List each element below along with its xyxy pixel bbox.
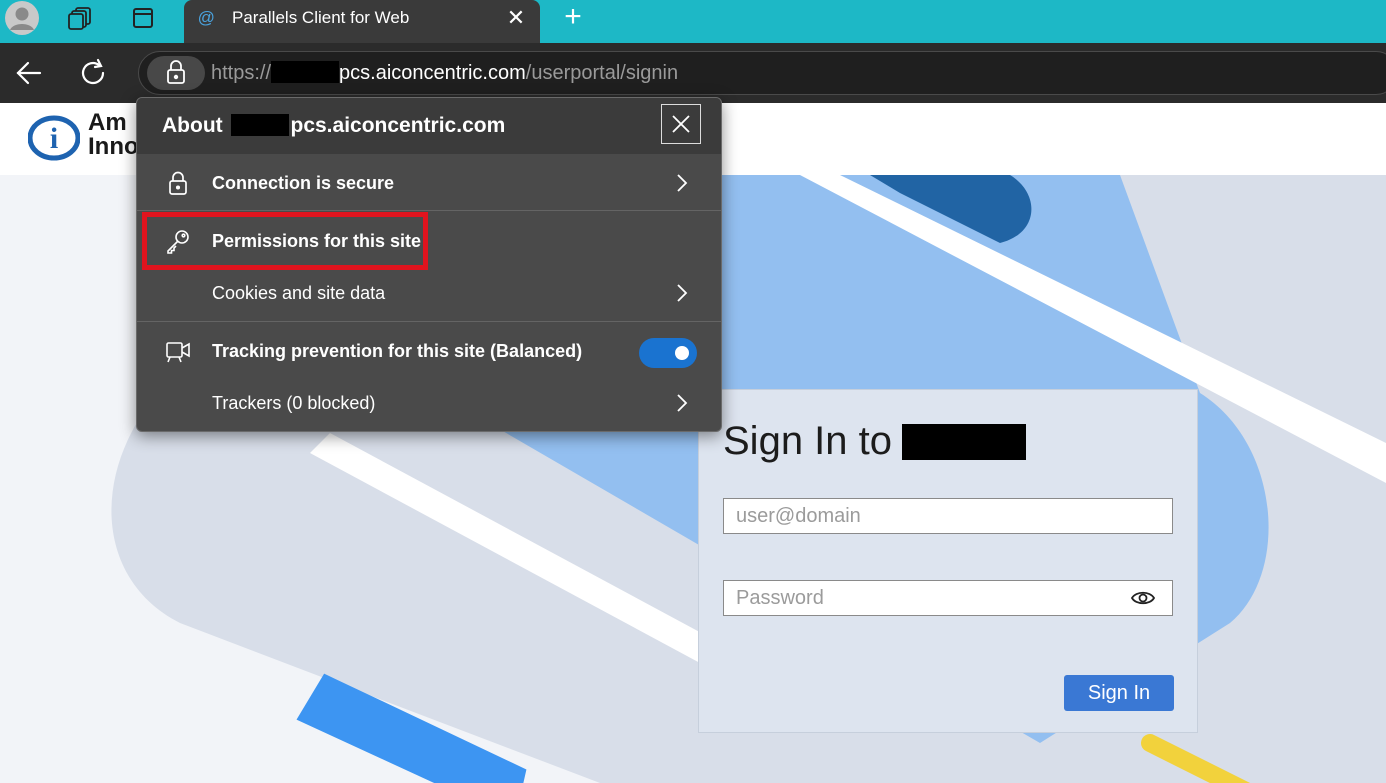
- popup-header: About pcs.aiconcentric.com: [137, 98, 721, 154]
- show-password-eye-icon[interactable]: [1130, 587, 1156, 609]
- password-input[interactable]: [724, 581, 1128, 615]
- popup-close-button[interactable]: [661, 104, 701, 144]
- company-logo-text: Am Inno: [88, 111, 139, 159]
- refresh-icon: [81, 58, 105, 85]
- signin-title-text: Sign In to: [723, 419, 893, 463]
- logo-line-2: Inno: [88, 133, 139, 160]
- workspaces-icon: [68, 7, 91, 30]
- trackers-label: Trackers (0 blocked): [212, 393, 376, 413]
- password-field[interactable]: [723, 580, 1173, 616]
- permissions-highlight-box: [142, 212, 428, 270]
- signin-title: Sign In to: [723, 418, 1027, 464]
- url-text: https:// pcs.aiconcentric.com/userportal/…: [211, 61, 678, 85]
- back-arrow-icon: [16, 61, 42, 85]
- close-icon: [672, 115, 690, 133]
- back-button[interactable]: [10, 55, 50, 91]
- profile-button[interactable]: [0, 0, 44, 36]
- url-redaction: [271, 61, 340, 83]
- company-logo-icon: i: [28, 115, 80, 161]
- signin-card: Sign In to Sign In: [698, 389, 1198, 733]
- trackers-row[interactable]: Trackers (0 blocked): [137, 376, 721, 428]
- lock-icon: [167, 60, 185, 84]
- chevron-right-icon: [677, 394, 688, 412]
- tracking-prevention-label: Tracking prevention for this site (Balan…: [212, 341, 583, 361]
- cookies-label: Cookies and site data: [212, 283, 386, 303]
- signin-title-redaction: [902, 424, 1027, 460]
- tracking-prevention-row[interactable]: Tracking prevention for this site (Balan…: [137, 324, 721, 376]
- logo-line-1: Am: [88, 109, 127, 136]
- workspaces-button[interactable]: [58, 0, 102, 36]
- browser-toolbar: https:// pcs.aiconcentric.com/userportal/…: [0, 43, 1386, 103]
- popup-divider: [137, 321, 721, 322]
- toggle-knob: [675, 346, 689, 360]
- connection-secure-label: Connection is secure: [212, 173, 395, 193]
- connection-secure-row[interactable]: Connection is secure: [137, 156, 721, 208]
- tab-actions-button[interactable]: [121, 0, 165, 36]
- svg-text:i: i: [50, 122, 58, 155]
- signin-button[interactable]: Sign In: [1064, 675, 1174, 711]
- url-scheme: https://: [211, 62, 272, 84]
- tab-favicon-icon: @: [197, 8, 215, 27]
- tracking-prevention-toggle[interactable]: [639, 338, 697, 368]
- site-info-button[interactable]: [147, 56, 205, 90]
- popup-title-redaction: [230, 114, 289, 136]
- chevron-right-icon: [677, 174, 688, 192]
- active-tab[interactable]: @ Parallels Client for Web ✕: [184, 0, 540, 43]
- popup-divider: [137, 210, 721, 211]
- tracking-camera-icon: [166, 342, 190, 363]
- new-tab-button[interactable]: +: [556, 2, 590, 34]
- popup-title-domain: pcs.aiconcentric.com: [290, 114, 506, 137]
- tab-actions-icon: [133, 8, 153, 28]
- username-field[interactable]: [723, 498, 1173, 534]
- tab-title: Parallels Client for Web: [232, 8, 410, 27]
- chevron-right-icon: [677, 284, 688, 302]
- url-domain: pcs.aiconcentric.com: [339, 62, 526, 84]
- profile-avatar-icon: [5, 1, 39, 35]
- url-path: /userportal/signin: [525, 62, 679, 84]
- tab-close-icon[interactable]: ✕: [504, 6, 528, 30]
- lock-icon: [169, 171, 187, 195]
- popup-title-prefix: About: [162, 114, 223, 137]
- cookies-row[interactable]: Cookies and site data: [137, 266, 721, 318]
- refresh-button[interactable]: [74, 55, 114, 91]
- address-bar[interactable]: https:// pcs.aiconcentric.com/userportal/…: [138, 51, 1386, 95]
- username-input[interactable]: [724, 499, 1128, 533]
- tab-strip: @ Parallels Client for Web ✕ +: [0, 0, 1386, 43]
- popup-title: About pcs.aiconcentric.com: [162, 114, 505, 138]
